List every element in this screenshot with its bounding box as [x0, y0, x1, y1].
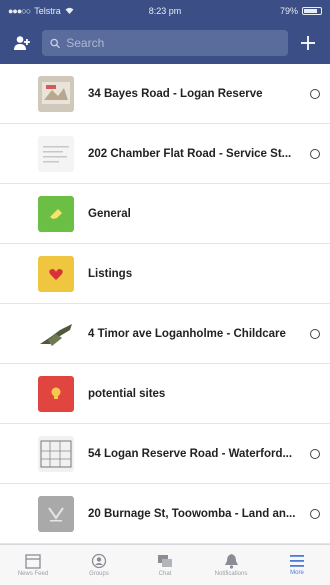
signal-icon: ●●●○○	[8, 6, 31, 16]
group-list: 34 Bayes Road - Logan Reserve 202 Chambe…	[0, 64, 330, 544]
tab-label: Notifications	[214, 571, 248, 577]
list-item[interactable]: 4 Timor ave Loganholme - Childcare	[0, 304, 330, 364]
news-feed-icon	[25, 553, 41, 569]
tab-label: More	[290, 570, 304, 576]
group-name: 54 Logan Reserve Road - Waterford...	[88, 447, 293, 460]
group-photo-thumbnail	[38, 75, 74, 112]
aerial-photo-thumbnail	[38, 315, 74, 352]
hand-icon	[38, 195, 74, 232]
plus-icon	[301, 36, 315, 50]
group-name: Listings	[88, 267, 133, 280]
tab-chat[interactable]: Chat	[132, 545, 198, 585]
public-globe-icon	[310, 448, 320, 459]
tab-groups[interactable]: Groups	[66, 545, 132, 585]
groups-icon	[91, 553, 107, 569]
list-item[interactable]: 54 Logan Reserve Road - Waterford...	[0, 424, 330, 484]
create-button[interactable]	[294, 29, 322, 57]
nav-bar	[0, 22, 330, 64]
tab-label: News Feed	[17, 570, 49, 577]
document-thumbnail	[38, 135, 74, 172]
public-globe-icon	[310, 328, 320, 339]
battery-percent: 79%	[280, 6, 299, 16]
list-item[interactable]: 34 Bayes Road - Logan Reserve	[0, 64, 330, 124]
add-person-icon	[14, 36, 30, 50]
list-item[interactable]: 20 Burnage St, Toowomba - Land an...	[0, 484, 330, 544]
friend-requests-button[interactable]	[8, 29, 36, 57]
status-bar: ●●●○○ Telstra 8:23 pm 79%	[0, 0, 330, 22]
tab-notifications[interactable]: Notifications	[198, 545, 264, 585]
public-globe-icon	[310, 88, 320, 99]
list-item[interactable]: 202 Chamber Flat Road - Service St...	[0, 124, 330, 184]
tab-label: Groups	[89, 571, 109, 577]
group-name: 202 Chamber Flat Road - Service St...	[88, 147, 292, 160]
group-name: 20 Burnage St, Toowomba - Land an...	[88, 507, 296, 520]
tab-more[interactable]: More	[264, 545, 330, 585]
clock: 8:23 pm	[148, 6, 182, 16]
group-name: 34 Bayes Road - Logan Reserve	[88, 87, 263, 100]
menu-icon	[290, 555, 304, 567]
tab-bar: News Feed Groups Chat Notifications More	[0, 544, 330, 585]
list-item[interactable]: General	[0, 184, 330, 244]
tab-label: Chat	[158, 570, 172, 577]
public-globe-icon	[310, 508, 320, 519]
search-input[interactable]	[66, 36, 280, 50]
public-globe-icon	[310, 148, 320, 159]
lightbulb-icon	[38, 375, 74, 412]
carrier-label: Telstra	[34, 6, 61, 16]
group-name: General	[88, 207, 131, 220]
heart-icon	[38, 255, 74, 292]
list-item[interactable]: potential sites	[0, 364, 330, 424]
group-name: 4 Timor ave Loganholme - Childcare	[88, 327, 286, 340]
site-plan-thumbnail	[38, 435, 74, 472]
search-bar[interactable]	[42, 30, 288, 56]
company-logo-thumbnail	[38, 495, 74, 532]
tab-news-feed[interactable]: News Feed	[0, 545, 66, 585]
list-item[interactable]: Listings	[0, 244, 330, 304]
search-icon	[50, 38, 61, 48]
group-name: potential sites	[88, 387, 166, 400]
chat-icon	[158, 554, 172, 567]
battery-icon	[302, 7, 323, 15]
bell-icon	[224, 554, 238, 569]
wifi-icon	[65, 6, 74, 16]
